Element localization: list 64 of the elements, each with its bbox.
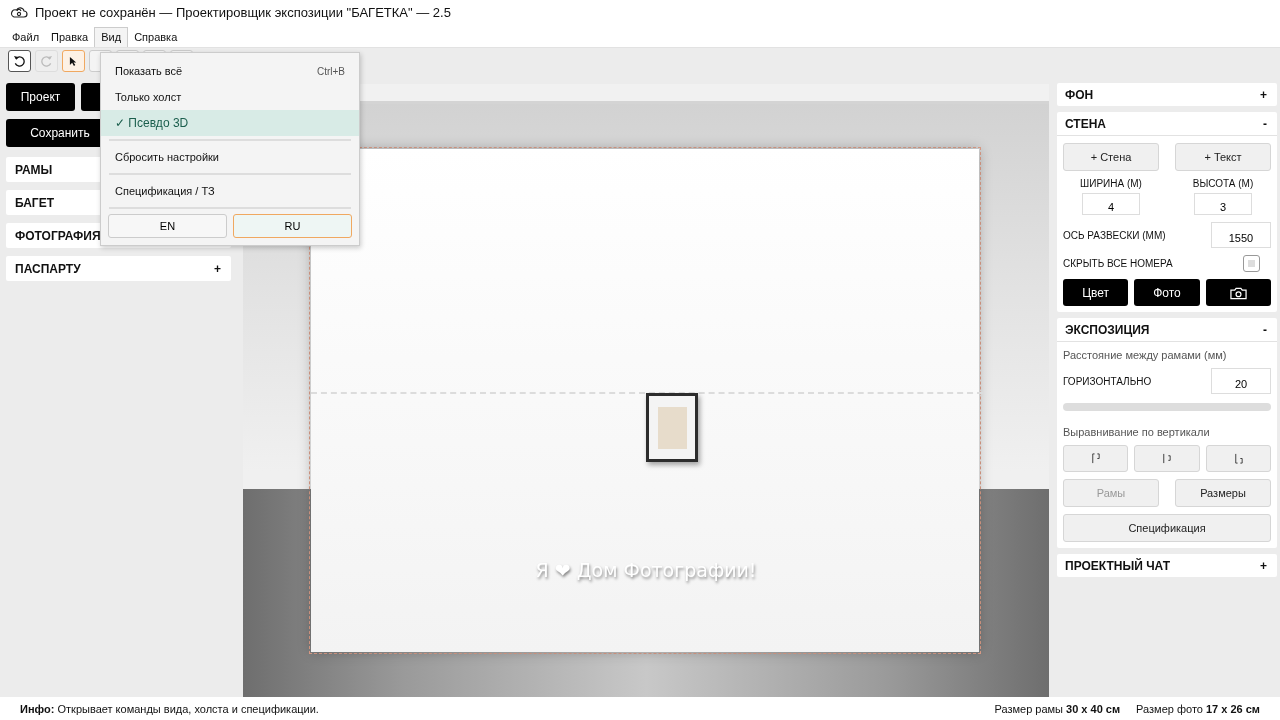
menu-item[interactable]: Правка [45,28,95,47]
section-header[interactable]: СТЕНА - [1057,112,1277,136]
expand-toggle[interactable]: + [1260,87,1267,102]
menu-item[interactable]: Файл [6,28,46,47]
pointer-tool-button[interactable] [62,50,85,72]
project-button[interactable]: Проект [6,83,75,111]
alignment-label: Выравнивание по вертикали [1063,426,1211,438]
menu-item[interactable]: Вид [94,27,129,47]
picture-frame[interactable] [646,393,698,462]
section-title: СТЕНА [1065,116,1107,131]
section-title: РАМЫ [15,162,53,177]
language-button[interactable]: EN [108,214,227,238]
slider-track[interactable] [1063,403,1271,411]
menu-item[interactable]: Справка [128,28,184,47]
spacing-field[interactable]: 20 [1211,368,1271,394]
cursor-icon [69,55,78,67]
field-label: ШИРИНА (М) [1080,178,1142,189]
section-header[interactable]: ЭКСПОЗИЦИЯ - [1057,318,1277,342]
menu-item[interactable]: Сбросить настройки [101,144,359,170]
expand-toggle[interactable]: + [214,261,221,276]
info-text: Инфо: Открывает команды вида, холста и спецификации. [20,702,319,715]
section-title: ПАСПАРТУ [15,261,81,276]
photo-size-text: Размер фото 17 x 26 см [1136,702,1260,715]
width-field[interactable]: 4 [1082,193,1140,215]
align-middle-icon [1160,453,1174,464]
checkbox[interactable] [1243,255,1260,272]
section-title: БАГЕТ [15,195,54,210]
menu-item[interactable]: Спецификация / ТЗ [101,178,359,204]
menu-item[interactable]: Только холст [101,84,359,110]
checkbox-label: СКРЫТЬ ВСЕ НОМЕРА [1063,258,1173,269]
section-header[interactable]: ФОН + [1057,83,1277,106]
frame-size-text: Размер рамы 30 x 40 см [994,702,1121,715]
section-title: ФОН [1065,87,1094,102]
cloud-camera-icon [10,5,28,20]
align-top-icon [1089,453,1103,464]
camera-button[interactable] [1205,279,1271,306]
language-button[interactable]: RU [233,214,352,238]
collapse-toggle[interactable]: - [1263,116,1267,131]
section-header[interactable]: ПАСПАРТУ + [6,256,231,281]
section-header[interactable]: ПРОЕКТНЫЙ ЧАТ + [1057,554,1277,577]
section-title: ФОТОГРАФИЯ [15,228,101,243]
undo-icon [13,54,26,68]
field-label: ГОРИЗОНТАЛЬНО [1063,375,1152,387]
axis-field[interactable]: 1550 [1211,222,1271,248]
height-field[interactable]: 3 [1194,193,1252,215]
wall-option-button[interactable]: Фото [1134,279,1200,306]
menu-item[interactable]: ✓ Псевдо 3D [101,110,359,136]
expand-toggle[interactable]: + [1260,558,1267,573]
section-title: ЭКСПОЗИЦИЯ [1065,322,1150,337]
spacing-label: Расстояние между рамами (мм) [1063,349,1228,361]
field-label: ОСЬ РАЗВЕСКИ (ММ) [1063,229,1166,241]
exposition-button[interactable]: Размеры [1175,479,1271,507]
add-button[interactable]: + Текст [1175,143,1271,171]
section-title: ПРОЕКТНЫЙ ЧАТ [1065,558,1170,573]
menu-item[interactable]: Показать всё Ctrl+B [101,58,359,84]
window-title: Проект не сохранён — Проектировщик экспозиции "БАГЕТКА" — 2.5 [35,5,451,20]
redo-icon [40,54,53,68]
wall-option-button[interactable]: Цвет [1063,279,1129,306]
camera-icon [1229,285,1247,300]
specification-button[interactable]: Спецификация [1063,514,1271,542]
add-button[interactable]: + Стена [1063,143,1159,171]
undo-button[interactable] [8,50,31,72]
field-label: ВЫСОТА (М) [1192,178,1254,189]
collapse-toggle[interactable]: - [1263,322,1267,337]
